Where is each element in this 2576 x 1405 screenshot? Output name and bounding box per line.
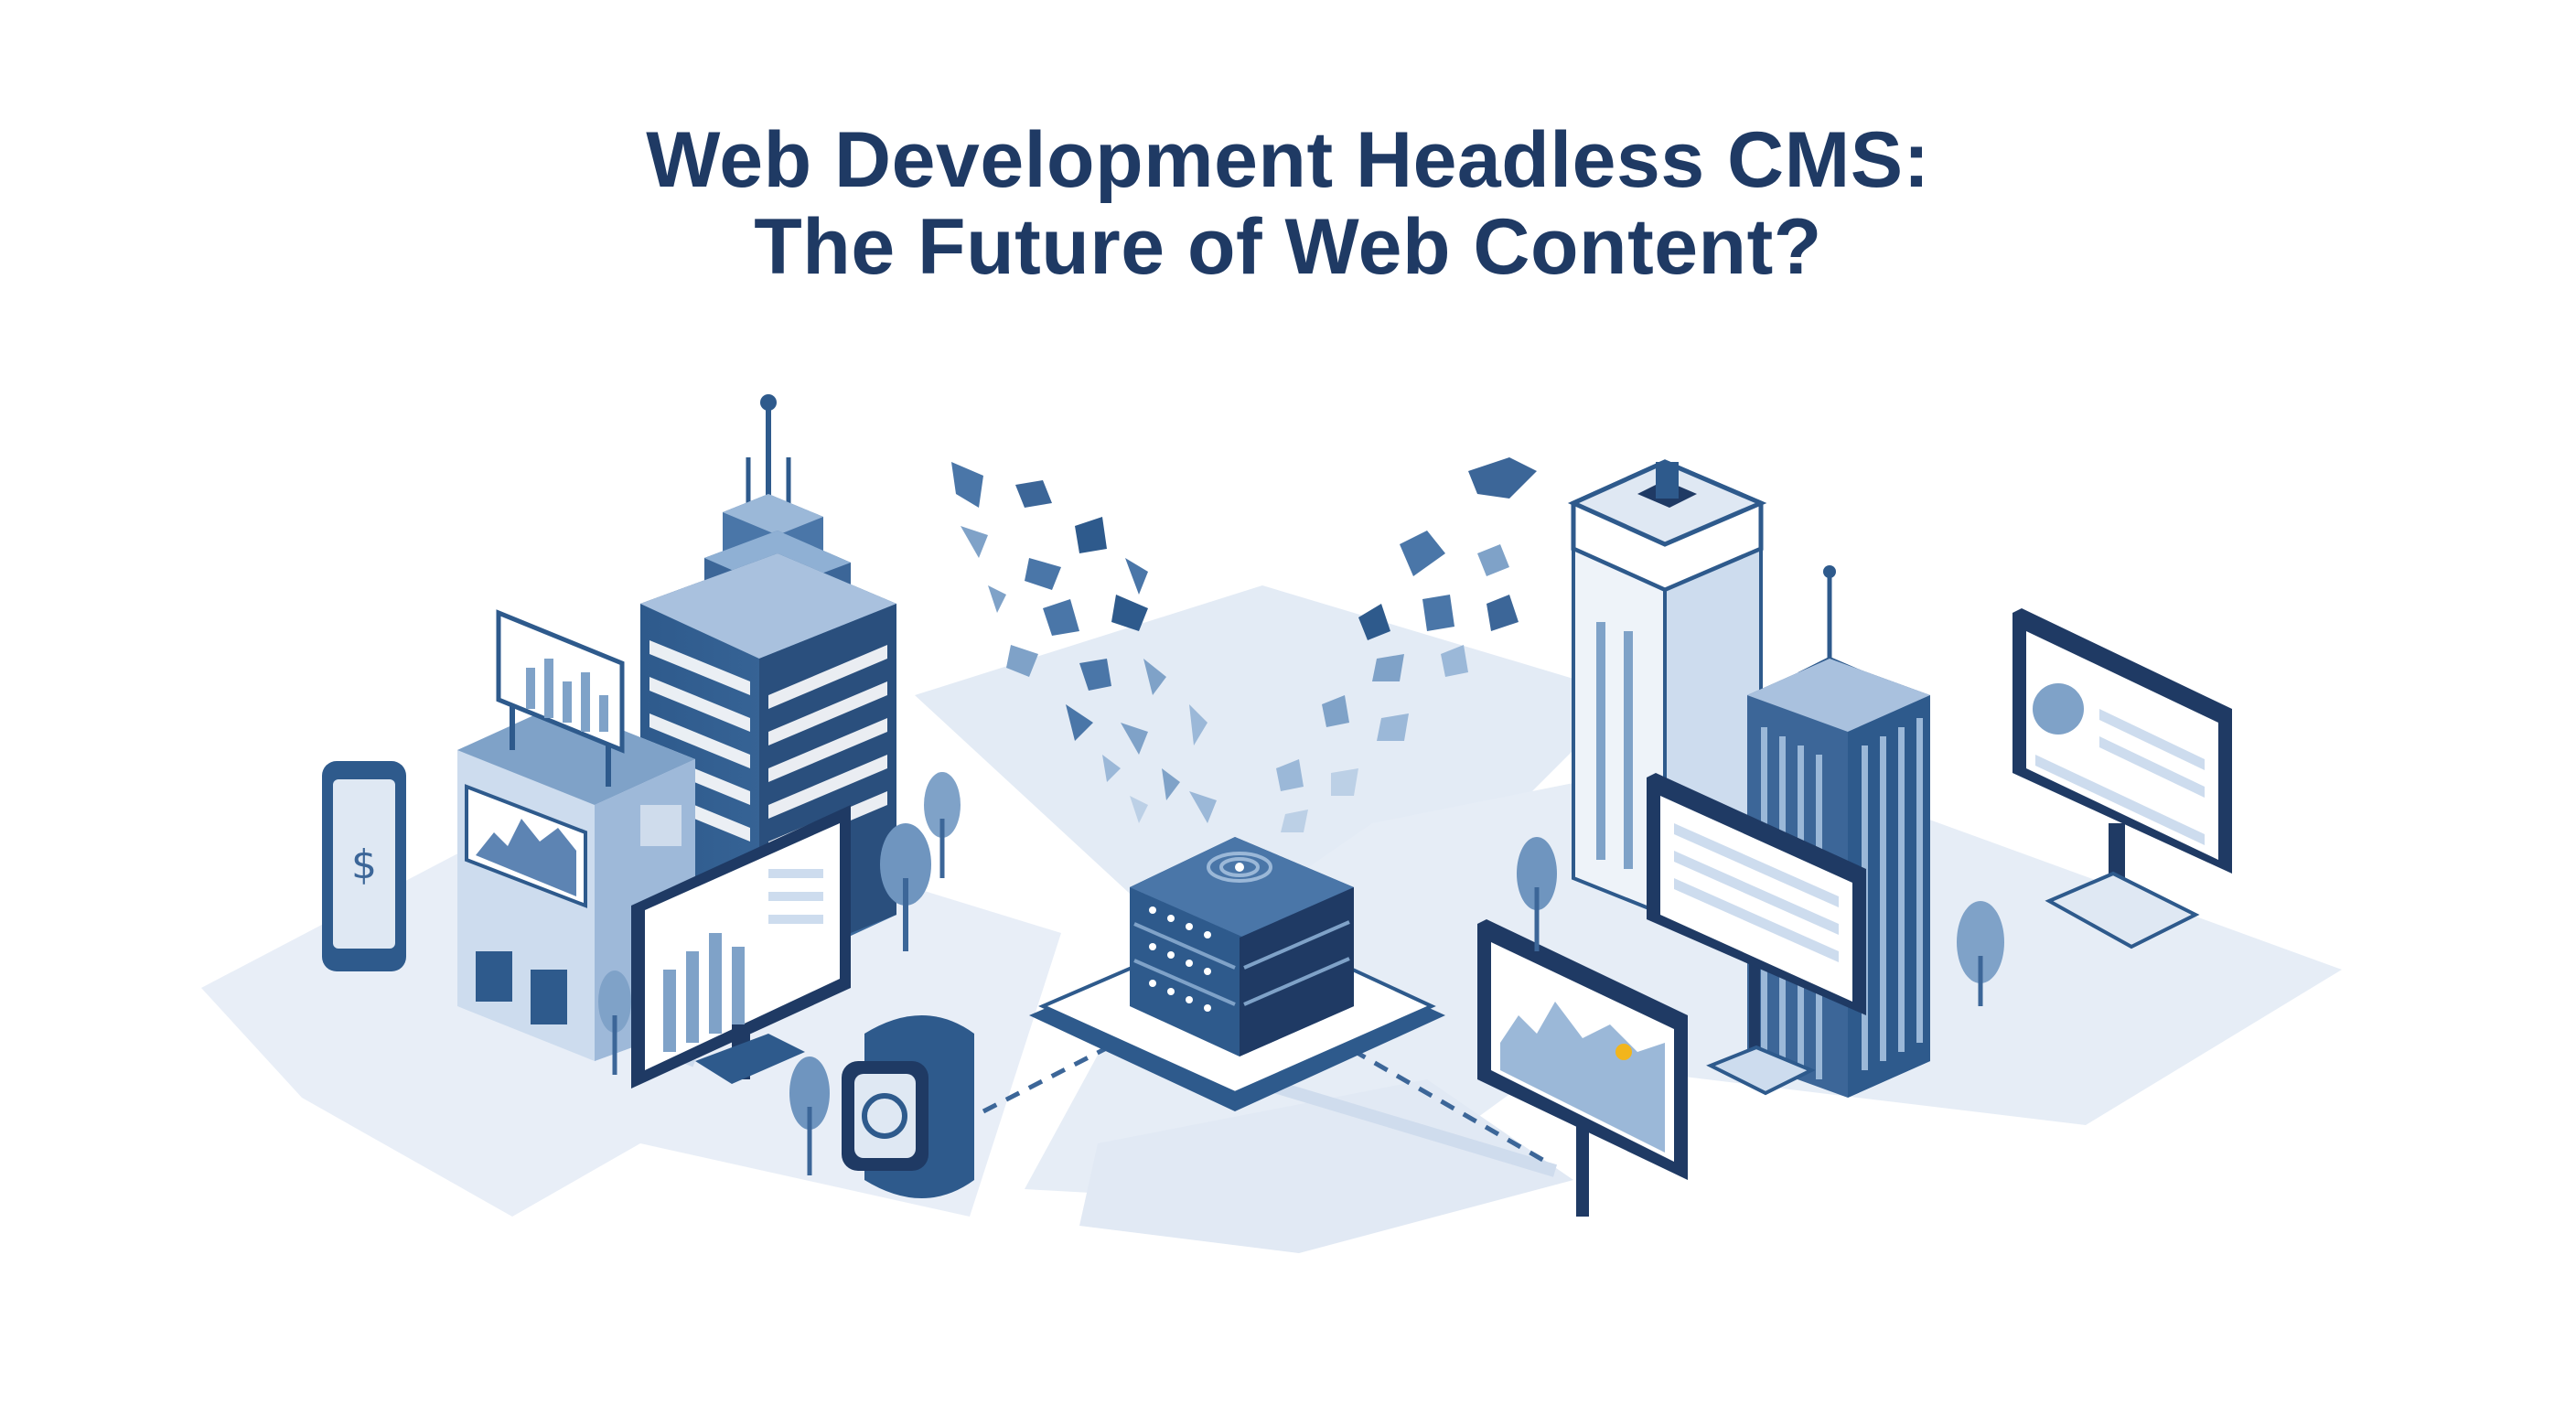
smartphone-icon: $ [322,761,406,971]
svg-text:$: $ [351,842,377,888]
page: Web Development Headless CMS: The Future… [0,0,2576,1405]
isometric-illustration: $ [201,394,2342,1253]
